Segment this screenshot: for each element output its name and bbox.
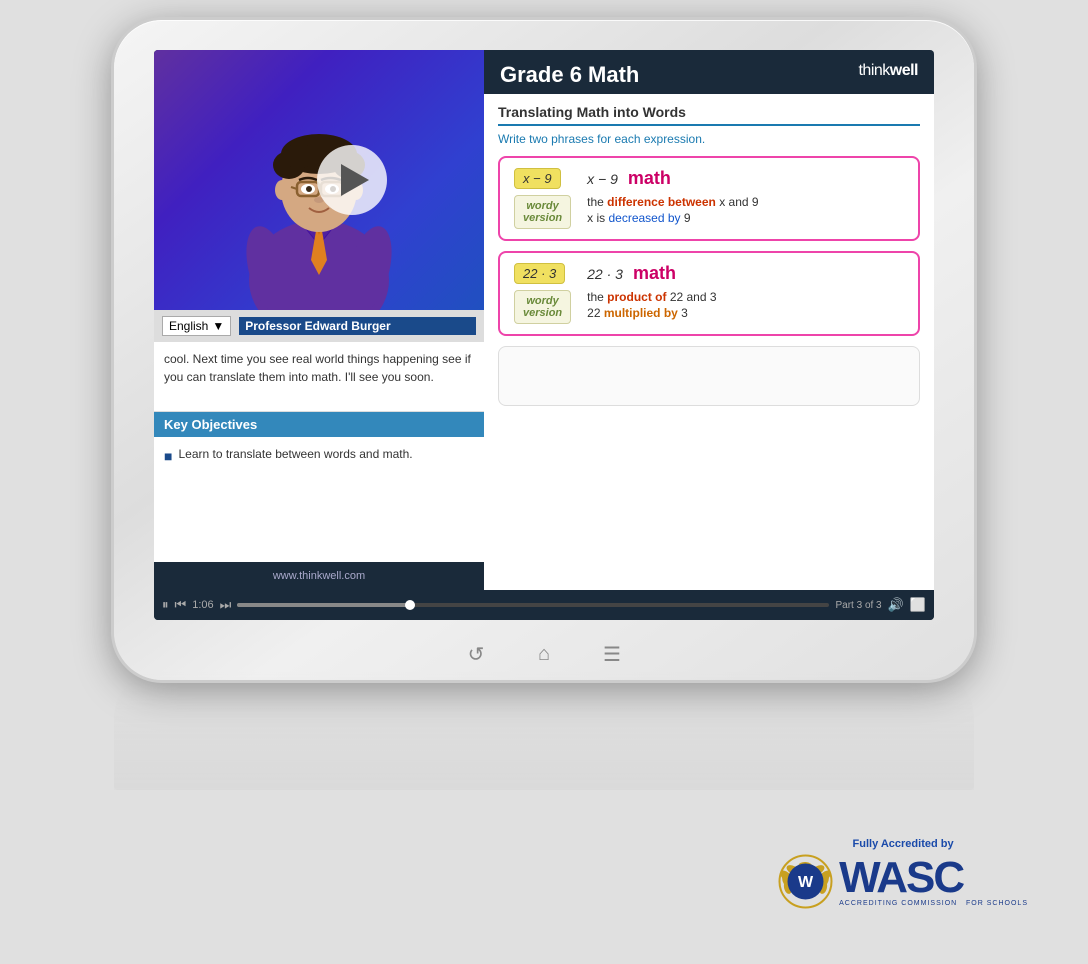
tablet-device: English ▼ Professor Edward Burger cool. … — [114, 20, 974, 680]
website-footer: www.thinkwell.com — [154, 562, 484, 590]
expr-equation-2: 22 · 3 — [587, 266, 623, 282]
expr-right-1: x − 9 math the difference between x and … — [587, 168, 904, 225]
progress-bar[interactable] — [237, 603, 829, 607]
wordy-version-1: wordyversion — [514, 195, 571, 229]
part-label: Part 3 of 3 — [835, 600, 881, 611]
fullscreen-icon[interactable]: ⬜ — [910, 597, 926, 613]
time-display: 1:06 — [192, 599, 213, 611]
wasc-emblem: W — [778, 854, 833, 909]
expr-math-line-2: 22 · 3 math — [587, 263, 676, 284]
video-area — [154, 50, 484, 310]
lesson-instruction: Write two phrases for each expression. — [498, 132, 920, 146]
brand-logo: thinkwell — [858, 62, 918, 80]
home-nav-icon[interactable]: ⌂ — [530, 640, 558, 668]
expr-phrase-1b: x is decreased by 9 — [587, 211, 690, 225]
objectives-header: Key Objectives — [154, 412, 484, 437]
expr-phrase-2a: the product of 22 and 3 — [587, 290, 716, 304]
tablet-reflection — [114, 670, 974, 790]
progress-dot — [405, 600, 415, 610]
brand-think: think — [858, 62, 889, 79]
expr-math-label-2: math — [633, 263, 676, 284]
video-controls-bar: ⏸ ⏮ 1:06 ⏭ Part 3 of 3 🔊 ⬜ — [154, 590, 934, 620]
expr-phrase-2b: 22 multiplied by 3 — [587, 306, 688, 320]
wasc-letters: WASC — [839, 856, 963, 900]
expr-tag-2: 22 · 3 — [514, 263, 565, 284]
objectives-content: ■ Learn to translate between words and m… — [154, 437, 484, 562]
tablet-screen: English ▼ Professor Edward Burger cool. … — [154, 50, 934, 620]
professor-name: Professor Edward Burger — [239, 317, 476, 335]
objective-item: ■ Learn to translate between words and m… — [164, 447, 474, 464]
bullet-icon: ■ — [164, 448, 172, 464]
menu-nav-icon[interactable]: ☰ — [598, 640, 626, 668]
transcript-text: cool. Next time you see real world thing… — [164, 352, 471, 384]
back-nav-icon[interactable]: ↺ — [462, 640, 490, 668]
lesson-title: Translating Math into Words — [498, 104, 920, 126]
language-selector[interactable]: English ▼ — [162, 316, 231, 336]
expr-tag-1: x − 9 — [514, 168, 561, 189]
wasc-subtext: ACCREDITING COMMISSION FOR SCHOOLS — [839, 900, 1028, 907]
transcript-area: cool. Next time you see real world thing… — [154, 342, 484, 412]
volume-icon[interactable]: 🔊 — [888, 597, 904, 613]
right-panel: Grade 6 Math thinkwell Translating Math … — [484, 50, 934, 590]
play-button[interactable] — [317, 145, 387, 215]
brand-well: well — [890, 62, 918, 79]
accreditation-badge: Fully Accredited by W — [778, 838, 1028, 909]
expression-card-2: 22 · 3 wordyversion 22 · 3 math the prod… — [498, 251, 920, 336]
expr-math-line-1: x − 9 math — [587, 168, 671, 189]
prev-button[interactable]: ⏮ — [175, 597, 187, 613]
left-panel: English ▼ Professor Edward Burger cool. … — [154, 50, 484, 590]
expression-card-1: x − 9 wordyversion x − 9 math the differ… — [498, 156, 920, 241]
accred-fully-text: Fully Accredited by — [853, 838, 954, 850]
right-content: Translating Math into Words Write two ph… — [484, 94, 934, 590]
expr-phrase-1a: the difference between x and 9 — [587, 195, 758, 209]
dropdown-icon: ▼ — [212, 319, 224, 333]
objective-text: Learn to translate between words and mat… — [178, 447, 412, 461]
expr-equation-1: x − 9 — [587, 171, 618, 187]
next-button[interactable]: ⏭ — [220, 597, 232, 613]
expr-left-2: 22 · 3 wordyversion — [514, 263, 571, 324]
language-bar: English ▼ Professor Edward Burger — [154, 310, 484, 342]
expr-math-label-1: math — [628, 168, 671, 189]
empty-card — [498, 346, 920, 406]
play-icon — [341, 164, 369, 196]
progress-fill — [237, 603, 415, 607]
tablet-nav-bar: ↺ ⌂ ☰ — [462, 640, 626, 668]
svg-text:W: W — [798, 874, 814, 891]
right-header: Grade 6 Math thinkwell — [484, 50, 934, 94]
expr-left-1: x − 9 wordyversion — [514, 168, 571, 229]
language-label: English — [169, 319, 208, 333]
course-title: Grade 6 Math — [500, 62, 639, 88]
pause-button[interactable]: ⏸ — [162, 597, 169, 613]
expr-right-2: 22 · 3 math the product of 22 and 3 22 m… — [587, 263, 904, 320]
wordy-version-2: wordyversion — [514, 290, 571, 324]
